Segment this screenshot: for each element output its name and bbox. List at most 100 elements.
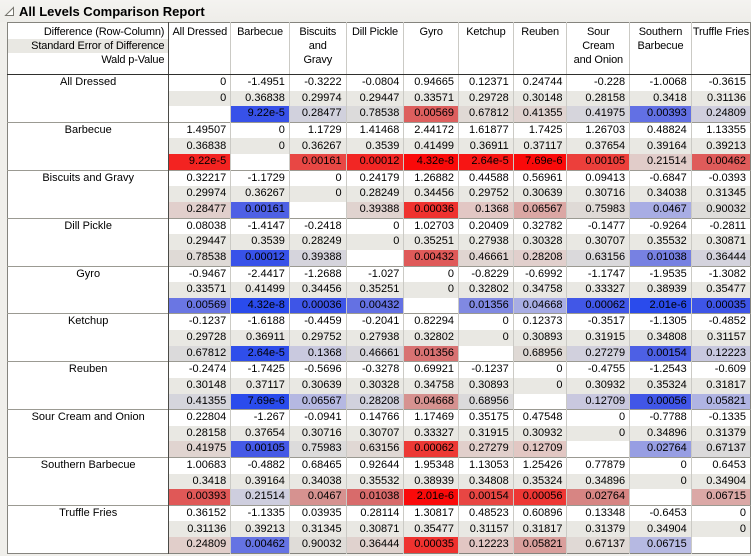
se-cell: 0.28249 <box>345 186 404 203</box>
pvalue-cell: 0.00393 <box>629 106 692 123</box>
se-cell: 0.39213 <box>230 521 290 538</box>
pvalue-cell: 0.00432 <box>345 297 404 314</box>
se-cell: 0 <box>512 377 567 394</box>
column-header-line: Barbecue <box>637 40 684 52</box>
pvalue-cell: 0.00035 <box>403 537 459 554</box>
diff-cell: 0 <box>629 456 692 474</box>
diff-cell: 0.24179 <box>345 169 404 187</box>
pvalue-cell: 0.01356 <box>403 345 459 362</box>
se-cell: 0.36267 <box>288 138 347 155</box>
diff-cell: -1.0068 <box>629 74 692 91</box>
pvalue-cell: 0.12223 <box>690 345 751 362</box>
matrix-row-reuben-difference: Reuben -0.2474 -1.7425 -0.5696 -0.3278 0.6992… <box>7 361 751 410</box>
se-cell: 0.28158 <box>168 425 231 442</box>
diff-cell: 0.24744 <box>512 74 567 91</box>
se-cell: 0 <box>345 234 404 250</box>
pvalue-cell: 0.41975 <box>168 441 231 458</box>
pvalue-cell: 0.00462 <box>690 154 751 171</box>
column-header-line: Southern <box>638 26 683 38</box>
column-header-ketchup: Ketchup <box>458 22 514 75</box>
diff-cell: 0.36152 <box>168 504 231 522</box>
column-header-sour-cream-and-onion: Sour Cream and Onion <box>566 22 630 75</box>
diff-cell: -0.6992 <box>512 265 567 283</box>
se-cell: 0.35532 <box>629 234 692 250</box>
matrix-corner-header: Difference (Row-Column) Standard Error of… <box>7 22 170 75</box>
se-cell: 0 <box>230 138 290 155</box>
diff-cell: -0.3278 <box>345 361 404 378</box>
column-header-biscuits-and-gravy: Biscuits and Gravy <box>288 22 347 75</box>
diff-cell: -1.2688 <box>288 265 347 283</box>
pvalue-cell: 0.00036 <box>288 297 347 314</box>
diff-cell: 0.92644 <box>345 456 404 474</box>
column-header-line: Gyro <box>419 26 443 38</box>
diff-cell: -0.1335 <box>690 409 751 426</box>
column-header-line: and <box>308 40 327 52</box>
se-cell: 0.33571 <box>403 90 459 107</box>
se-cell: 0 <box>690 521 751 538</box>
diff-cell: -0.0393 <box>690 169 751 187</box>
pvalue-cell: 0.06715 <box>690 489 751 506</box>
diff-cell: -0.9467 <box>168 265 231 283</box>
column-header-line: Reuben <box>521 26 559 38</box>
se-cell: 0.29974 <box>288 90 347 107</box>
se-cell: 0.29752 <box>458 186 514 203</box>
pvalue-cell: 0.90032 <box>690 202 751 219</box>
pvalue-cell: 2.64e-5 <box>458 154 514 171</box>
column-header-line: Truffle Fries <box>692 26 749 38</box>
pvalue-cell: 0.36444 <box>345 537 404 554</box>
diff-cell: 0.82294 <box>403 313 459 330</box>
se-cell: 0.34904 <box>690 473 751 490</box>
pvalue-cell: 0.41975 <box>566 106 630 123</box>
se-cell: 0.3418 <box>168 473 231 490</box>
se-cell: 0.29728 <box>168 329 231 346</box>
diff-cell: 0 <box>566 409 630 426</box>
diff-cell: -2.4417 <box>230 265 290 283</box>
diff-cell: -0.2811 <box>690 217 751 235</box>
se-cell: 0.39164 <box>230 473 290 490</box>
pvalue-cell: 0.39388 <box>288 249 347 266</box>
pvalue-cell: 0.00393 <box>168 489 231 506</box>
pvalue-cell: 0.90032 <box>288 537 347 554</box>
se-cell: 0.34904 <box>629 521 692 538</box>
diff-cell: 0.03935 <box>288 504 347 522</box>
pvalue-cell: 0.06567 <box>288 393 347 410</box>
disclosure-triangle-icon[interactable] <box>4 5 15 17</box>
se-cell: 0.39213 <box>690 138 751 155</box>
column-header-line: Ketchup <box>466 26 506 38</box>
diff-cell: -0.1237 <box>458 361 514 378</box>
diff-cell: -0.3517 <box>566 313 630 330</box>
se-cell: 0.30639 <box>512 186 567 203</box>
diff-cell: -0.4852 <box>690 313 751 330</box>
pvalue-cell: 9.22e-5 <box>230 106 290 123</box>
se-cell: 0 <box>168 90 231 107</box>
se-cell: 0.35324 <box>512 473 567 490</box>
diff-cell: -1.9535 <box>629 265 692 283</box>
se-cell: 0.31817 <box>690 377 751 394</box>
pvalue-cell: 0.67812 <box>458 106 514 123</box>
pvalue-cell <box>629 489 692 506</box>
pvalue-cell: 0.28208 <box>345 393 404 410</box>
se-cell: 0.29728 <box>458 90 514 107</box>
pvalue-cell: 0.02764 <box>629 441 692 458</box>
diff-cell: 1.26882 <box>403 169 459 187</box>
diff-cell: 1.30817 <box>403 504 459 522</box>
diff-cell: -0.2418 <box>288 217 347 235</box>
diff-cell: 0.35175 <box>458 409 514 426</box>
se-cell: 0.29974 <box>168 186 231 203</box>
diff-cell: 1.41468 <box>345 121 404 139</box>
se-cell: 0 <box>566 425 630 442</box>
pvalue-cell: 0.28208 <box>512 249 567 266</box>
se-cell: 0.30716 <box>566 186 630 203</box>
diff-cell: 1.25426 <box>512 456 567 474</box>
pvalue-cell: 0.39388 <box>345 202 404 219</box>
diff-cell: -0.1237 <box>168 313 231 330</box>
diff-cell: 1.02703 <box>403 217 459 235</box>
pvalue-cell: 0.00154 <box>458 489 514 506</box>
diff-cell: -1.1747 <box>566 265 630 283</box>
pvalue-cell: 0.01356 <box>458 297 514 314</box>
pvalue-cell <box>512 393 567 410</box>
se-cell: 0.37117 <box>230 377 290 394</box>
diff-cell: 0 <box>512 361 567 378</box>
diff-cell: -1.267 <box>230 409 290 426</box>
matrix-row-gyro-difference: Gyro -0.9467 -2.4417 -1.2688 -1.027 0 -0.8229-… <box>7 265 751 314</box>
